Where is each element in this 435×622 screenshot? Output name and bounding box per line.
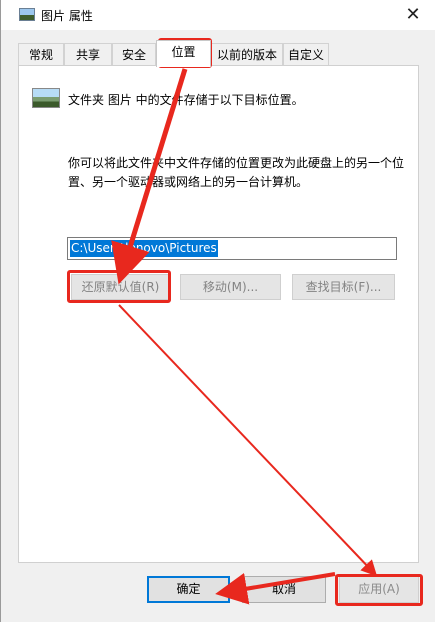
tab-location[interactable]: 位置 [156,40,211,67]
picture-folder-icon [32,88,60,108]
folder-location-text: 文件夹 图片 中的文件存储于以下目标位置。 [68,93,304,107]
tab-general[interactable]: 常规 [18,43,64,65]
location-panel: 文件夹 图片 中的文件存储于以下目标位置。 你可以将此文件夹中文件存储的位置更改… [18,65,419,563]
tab-security[interactable]: 安全 [112,43,156,65]
apply-button[interactable]: 应用(A) [339,576,419,603]
path-value: C:\Users\lenovo\Pictures [70,240,218,257]
move-button[interactable]: 移动(M)... [180,274,281,300]
path-input[interactable]: C:\Users\lenovo\Pictures [67,237,397,260]
title-bar: 图片 属性 ✕ [1,0,435,30]
tab-customize[interactable]: 自定义 [283,43,329,65]
properties-window: 图片 属性 ✕ 常规 共享 安全 位置 以前的版本 自定义 文件夹 图片 中的文… [0,0,435,622]
tab-strip: 常规 共享 安全 位置 以前的版本 自定义 [18,40,435,67]
ok-button[interactable]: 确定 [147,576,230,603]
tab-previous-versions[interactable]: 以前的版本 [211,43,283,65]
location-description: 你可以将此文件夹中文件存储的位置更改为此硬盘上的另一个位置、另一个驱动器或网络上… [68,156,405,189]
tab-sharing[interactable]: 共享 [64,43,112,65]
picture-folder-icon [19,8,35,21]
cancel-button[interactable]: 取消 [242,576,326,603]
close-icon[interactable]: ✕ [398,2,428,28]
find-target-button[interactable]: 查找目标(F)... [292,274,395,300]
restore-default-button[interactable]: 还原默认值(R) [71,274,170,300]
window-title: 图片 属性 [41,9,93,23]
